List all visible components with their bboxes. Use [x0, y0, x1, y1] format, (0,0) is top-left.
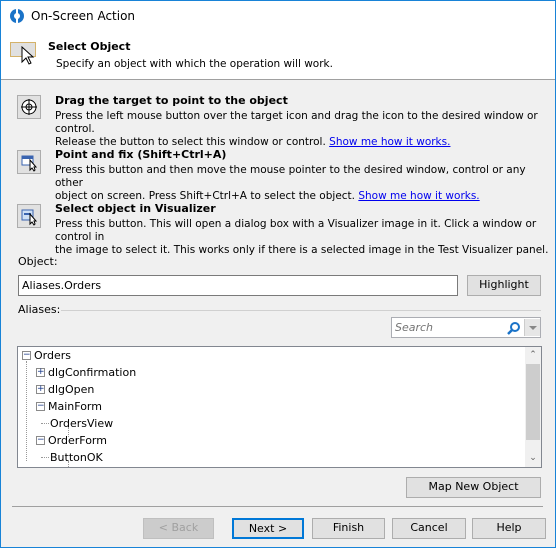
scroll-down-button[interactable]: ⌄ [525, 450, 541, 467]
aliases-tree[interactable]: ⌃ ⌄ − Orders + dlgConfirmation + dlgOpen − Main… [17, 346, 542, 468]
collapse-icon[interactable]: − [22, 351, 31, 360]
chevron-down-icon [529, 326, 537, 330]
method-title: Select object in Visualizer [55, 202, 216, 215]
dialog-window: On-Screen Action Select Object Specify a… [0, 0, 556, 548]
tree-item[interactable]: dlgOpen [48, 381, 94, 398]
point-fix-icon [21, 155, 38, 172]
vertical-scrollbar[interactable]: ⌃ ⌄ [525, 347, 541, 467]
back-button[interactable]: < Back [143, 518, 214, 539]
scrollbar-thumb[interactable] [526, 364, 540, 440]
tree-connector [68, 427, 69, 437]
highlight-button[interactable]: Highlight [467, 275, 541, 296]
help-button[interactable]: Help [472, 518, 546, 539]
visualizer-icon [21, 209, 38, 226]
object-label: Object: [18, 255, 58, 268]
cursor-icon [21, 46, 35, 65]
search-input[interactable] [392, 318, 504, 337]
header-title: Select Object [48, 40, 131, 53]
description-line: object on screen. Press Shift+Ctrl+A to … [55, 190, 356, 202]
header-subtitle: Specify an object with which the operati… [56, 58, 333, 70]
aliases-label: Aliases: [18, 303, 61, 316]
app-logo-icon [10, 8, 24, 24]
collapse-icon[interactable]: − [36, 436, 45, 445]
finish-button[interactable]: Finish [312, 518, 385, 539]
search-box[interactable] [391, 317, 541, 338]
description-line: Press this button. This will open a dial… [55, 218, 537, 243]
tree-item[interactable]: OrdersView [50, 415, 113, 432]
next-button[interactable]: Next > [232, 518, 304, 539]
drag-target-button[interactable] [17, 95, 41, 119]
method-description: Press this button and then move the mous… [55, 164, 555, 203]
tree-connector [41, 457, 49, 458]
visualizer-button[interactable] [17, 204, 41, 228]
method-title: Drag the target to point to the object [55, 94, 288, 107]
tree-item[interactable]: ButtonOK [50, 449, 103, 466]
tree-connector [68, 461, 69, 467]
scroll-up-button[interactable]: ⌃ [525, 347, 541, 364]
expand-icon[interactable]: + [36, 385, 45, 394]
cancel-button[interactable]: Cancel [392, 518, 466, 539]
window-title: On-Screen Action [31, 9, 136, 23]
tree-connector [41, 423, 49, 424]
footer-divider [12, 506, 543, 507]
show-me-link[interactable]: Show me how it works. [358, 190, 479, 202]
description-line: Press the left mouse button over the tar… [55, 110, 538, 135]
map-new-object-button[interactable]: Map New Object [406, 477, 541, 498]
target-icon [21, 99, 37, 115]
method-description: Press this button. This will open a dial… [55, 218, 555, 257]
title-bar: On-Screen Action [1, 1, 555, 31]
description-line: Release the button to select this window… [55, 136, 326, 148]
description-line: Press this button and then move the mous… [55, 164, 526, 189]
tree-item[interactable]: dlgConfirmation [48, 364, 136, 381]
tree-item[interactable]: Orders [34, 347, 71, 364]
show-me-link[interactable]: Show me how it works. [329, 136, 450, 148]
description-line: the image to select it. This works only … [55, 244, 549, 256]
wizard-header: Select Object Specify an object with whi… [1, 31, 555, 80]
method-title: Point and fix (Shift+Ctrl+A) [55, 148, 227, 161]
collapse-icon[interactable]: − [36, 402, 45, 411]
search-icon[interactable] [507, 321, 521, 335]
point-fix-button[interactable] [17, 150, 41, 174]
tree-connector [26, 361, 27, 461]
method-description: Press the left mouse button over the tar… [55, 110, 555, 149]
expand-icon[interactable]: + [36, 368, 45, 377]
tree-item[interactable]: OrderForm [48, 432, 107, 449]
tree-item[interactable]: MainForm [48, 398, 102, 415]
object-input[interactable] [18, 275, 458, 296]
aliases-divider [61, 310, 541, 311]
search-dropdown-button[interactable] [524, 319, 540, 336]
